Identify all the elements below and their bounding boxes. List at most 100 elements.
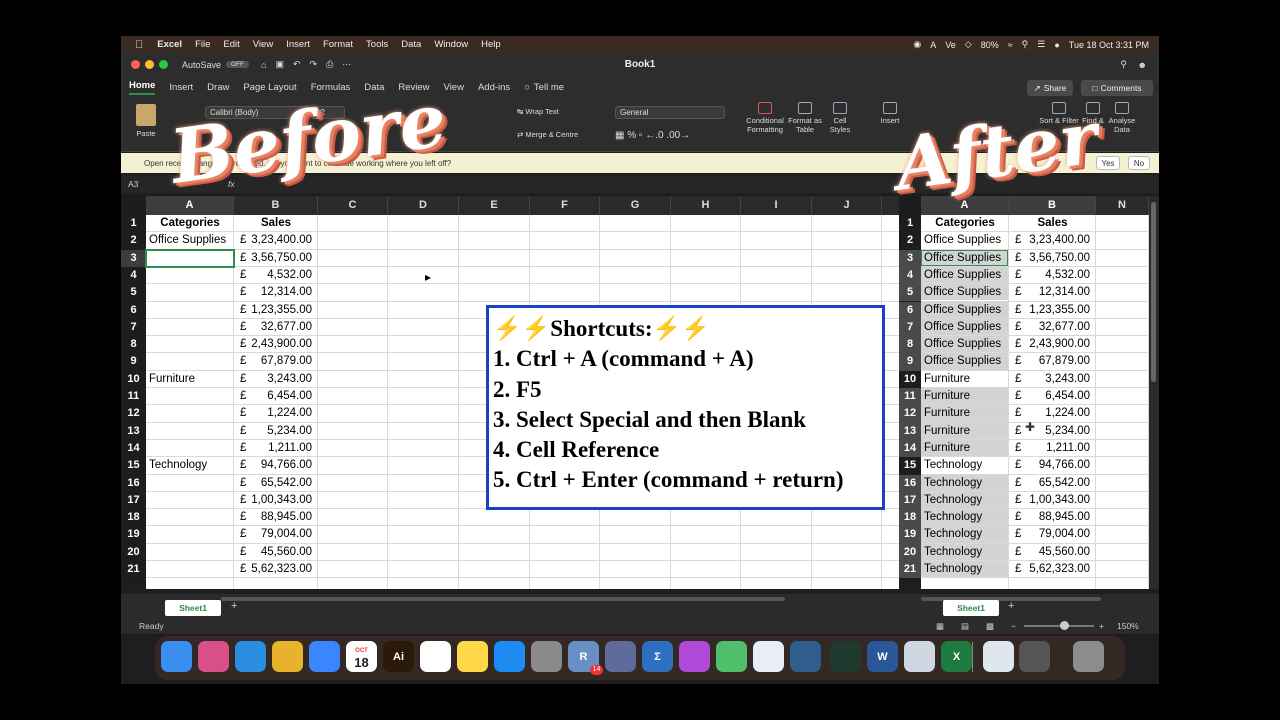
paste-button[interactable]: Paste xyxy=(129,104,163,138)
excel-icon[interactable]: X xyxy=(941,641,972,672)
menu-insert[interactable]: Insert xyxy=(286,39,310,50)
tab-page-layout[interactable]: Page Layout xyxy=(243,82,296,93)
category-cell[interactable] xyxy=(149,509,235,526)
word-icon[interactable]: W xyxy=(867,641,898,672)
wrap-text-button[interactable]: ↹ Wrap Text xyxy=(517,107,559,116)
column-header-d[interactable]: D xyxy=(388,196,459,215)
sheet-tab-after[interactable]: Sheet1 xyxy=(943,600,999,616)
row-header[interactable]: 19 xyxy=(121,526,146,544)
notes-icon[interactable] xyxy=(457,641,488,672)
row-header[interactable]: 8 xyxy=(121,336,146,354)
category-cell[interactable] xyxy=(149,405,235,422)
category-cell[interactable] xyxy=(149,353,235,370)
calendar-icon[interactable]: OCT 18 xyxy=(346,641,377,672)
comments-button[interactable]: □ Comments xyxy=(1081,80,1153,96)
sales-cell[interactable]: £45,560.00 xyxy=(1009,544,1096,561)
row-header[interactable]: 12 xyxy=(899,405,921,423)
record-icon[interactable]: ◉ xyxy=(913,39,921,50)
menu-help[interactable]: Help xyxy=(481,39,501,50)
android-icon[interactable] xyxy=(716,641,747,672)
row-header[interactable]: 21 xyxy=(121,561,146,579)
category-cell[interactable] xyxy=(149,302,235,319)
row-header[interactable]: 7 xyxy=(899,318,921,337)
sales-cell[interactable]: £67,879.00 xyxy=(1009,353,1096,370)
zoom-window-icon[interactable] xyxy=(159,60,168,69)
shortcuts-icon[interactable] xyxy=(679,641,710,672)
column-header-c[interactable]: C xyxy=(318,196,388,215)
tab-draw[interactable]: Draw xyxy=(207,82,229,93)
account-icon[interactable]: ☻ xyxy=(1138,60,1147,70)
add-sheet-icon[interactable]: + xyxy=(231,600,237,612)
sales-cell[interactable]: £1,211.00 xyxy=(1009,440,1096,457)
scrollbar-thumb[interactable] xyxy=(1151,202,1156,382)
menu-format[interactable]: Format xyxy=(323,39,353,50)
row-header[interactable]: 3 xyxy=(899,249,921,267)
row-header[interactable]: 9 xyxy=(899,353,921,371)
sales-cell[interactable]: £3,243.00 xyxy=(234,371,318,388)
row-header[interactable]: 15 xyxy=(899,457,921,475)
category-cell[interactable]: Technology xyxy=(149,457,235,474)
format-as-table-button[interactable]: Format as Table xyxy=(787,102,823,134)
column-header-i[interactable]: I xyxy=(741,196,812,215)
column-header-f[interactable]: F xyxy=(530,196,600,215)
sales-cell[interactable]: £3,23,400.00 xyxy=(234,232,318,249)
app-store-icon[interactable] xyxy=(494,641,525,672)
zoom-slider-thumb[interactable] xyxy=(1060,621,1069,630)
menu-excel[interactable]: Excel xyxy=(157,39,182,50)
sales-cell[interactable]: £32,677.00 xyxy=(1009,319,1096,336)
row-header[interactable]: 2 xyxy=(899,232,921,250)
category-cell[interactable] xyxy=(149,440,235,457)
normal-view-icon[interactable]: ▦ xyxy=(936,621,944,632)
add-sheet-icon-right[interactable]: + xyxy=(1008,600,1014,612)
sales-cell[interactable]: £6,454.00 xyxy=(1009,388,1096,405)
layers-icon[interactable]: ◇ xyxy=(965,39,972,50)
more-icon[interactable]: ⋯ xyxy=(342,59,351,70)
category-cell-filled[interactable]: Technology xyxy=(921,561,1008,578)
category-cell-filled[interactable]: Technology xyxy=(921,509,1008,526)
sales-cell[interactable]: £94,766.00 xyxy=(1009,457,1096,474)
category-cell-filled[interactable]: Office Supplies xyxy=(921,318,1008,336)
category-cell[interactable] xyxy=(149,475,235,492)
sales-cell[interactable]: £88,945.00 xyxy=(234,509,318,526)
row-header[interactable]: 16 xyxy=(899,474,921,492)
row-header[interactable]: 18 xyxy=(899,509,921,527)
row-header[interactable]: 13 xyxy=(899,422,921,440)
sales-cell[interactable]: £12,314.00 xyxy=(234,284,318,301)
column-header-j[interactable]: J xyxy=(812,196,882,215)
row-header[interactable]: 12 xyxy=(121,405,146,423)
row-header[interactable]: 14 xyxy=(121,439,146,458)
category-cell[interactable] xyxy=(149,492,235,509)
tab-view[interactable]: View xyxy=(444,82,464,93)
menu-window[interactable]: Window xyxy=(434,39,468,50)
conditional-formatting-button[interactable]: Conditional Formatting xyxy=(741,102,789,134)
row-header[interactable]: 14 xyxy=(899,439,921,458)
sales-cell[interactable]: £3,56,750.00 xyxy=(1009,250,1096,267)
wifi-icon[interactable]: ≈ xyxy=(1008,40,1013,50)
zoom-in-icon[interactable]: + xyxy=(1099,621,1104,631)
analyse-data-button[interactable]: Analyse Data xyxy=(1105,102,1139,134)
chrome-icon[interactable] xyxy=(272,641,303,672)
category-cell-filled[interactable]: Technology xyxy=(921,526,1008,543)
sales-cell[interactable]: £1,224.00 xyxy=(234,405,318,422)
sales-cell[interactable]: £1,23,355.00 xyxy=(1009,302,1096,319)
header-cell-sales-right[interactable]: Sales xyxy=(1009,215,1096,232)
column-header-g[interactable]: G xyxy=(600,196,671,215)
sales-cell[interactable]: £1,224.00 xyxy=(1009,405,1096,422)
row-header[interactable]: 9 xyxy=(121,353,146,371)
category-cell-filled[interactable]: Furniture xyxy=(921,388,1008,405)
redo-icon[interactable]: ↷ xyxy=(310,59,318,70)
illustrator-icon[interactable]: Ai xyxy=(383,641,414,672)
category-cell[interactable] xyxy=(149,284,235,301)
tableau-reader-icon[interactable] xyxy=(790,641,821,672)
cell-styles-button[interactable]: Cell Styles xyxy=(823,102,857,134)
category-cell-filled[interactable]: Furniture xyxy=(921,422,1008,439)
sales-cell[interactable]: £65,542.00 xyxy=(1009,475,1096,492)
category-cell-filled[interactable]: Furniture xyxy=(921,370,1008,387)
number-format-buttons[interactable]: ▦ % ▫ ←.0 .00→ xyxy=(615,130,690,141)
category-cell-filled[interactable]: Technology xyxy=(921,543,1008,560)
category-cell-filled[interactable]: Technology xyxy=(921,457,1008,474)
sales-cell[interactable]: £5,62,323.00 xyxy=(234,561,318,578)
sales-cell[interactable]: £67,879.00 xyxy=(234,353,318,370)
header-cell-sales[interactable]: Sales xyxy=(234,215,318,232)
tell-me-search[interactable]: Tell me xyxy=(534,82,564,93)
